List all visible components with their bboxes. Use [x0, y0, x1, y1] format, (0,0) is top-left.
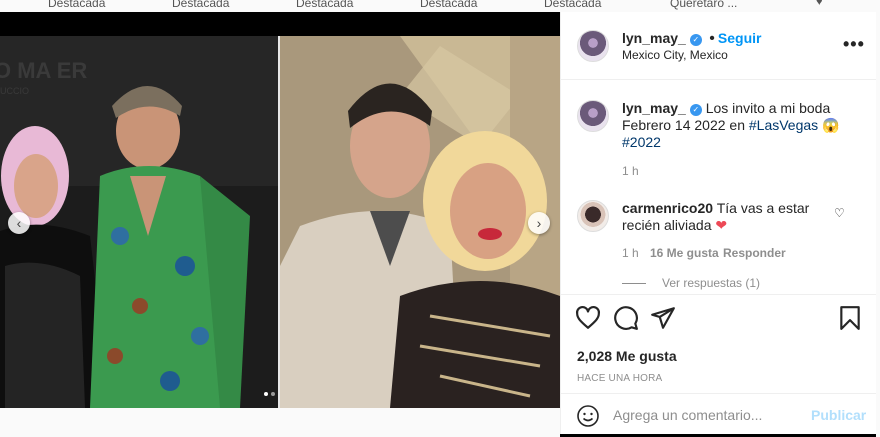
hashtag-link[interactable]: #LasVegas — [749, 117, 818, 133]
photo-2-illustration — [280, 36, 560, 408]
share-paper-plane-icon[interactable] — [650, 305, 676, 331]
bg-nav-item[interactable]: Destacada — [48, 0, 105, 10]
post-media-carousel[interactable]: O MA ER UCCIO ‹ › — [0, 36, 560, 408]
view-replies-label: Ver respuestas (1) — [662, 276, 761, 290]
carousel-prev-button[interactable]: ‹ — [8, 212, 30, 234]
save-bookmark-icon[interactable] — [837, 305, 863, 331]
chevron-left-icon: ‹ — [16, 215, 22, 231]
caption-time[interactable]: 1 h — [622, 164, 639, 178]
carousel-photo-1: O MA ER UCCIO ‹ — [0, 36, 278, 408]
location-pin-icon: ♥ — [816, 0, 823, 8]
hashtag-link[interactable]: #2022 — [622, 134, 661, 150]
likes-count[interactable]: 2,028 Me gusta — [577, 348, 677, 364]
post-actions: 2,028 Me gusta HACE UNA HORA Publicar — [561, 294, 877, 434]
bg-nav-item[interactable]: Destacada — [296, 0, 353, 10]
replies-divider-line — [622, 283, 646, 285]
carousel-dot-active — [264, 392, 268, 396]
bg-nav-item[interactable]: Destacada — [544, 0, 601, 10]
photo-sign-subtext: UCCIO — [0, 86, 29, 96]
follow-button[interactable]: Seguir — [718, 30, 762, 46]
comment-input[interactable] — [613, 404, 803, 426]
comment-bubble-icon[interactable] — [613, 305, 639, 331]
carousel-dot — [271, 392, 275, 396]
comment-body: carmenrico20 Tía vas a estar recién aliv… — [622, 200, 842, 234]
more-options-icon[interactable]: ••• — [843, 34, 865, 55]
chevron-right-icon: › — [536, 215, 542, 231]
comment-likes[interactable]: 16 Me gusta — [650, 246, 719, 260]
commenter-username[interactable]: carmenrico20 — [622, 200, 713, 216]
photo-sign-text: O MA ER — [0, 58, 87, 83]
post-caption: lyn_may_ ✓ Los invito a mi boda Febrero 1… — [622, 100, 842, 151]
caption-avatar[interactable] — [577, 100, 609, 132]
like-heart-icon[interactable] — [575, 305, 601, 331]
comment-like-heart-icon[interactable]: ♡ — [834, 206, 845, 220]
verified-badge-icon: ✓ — [689, 104, 702, 116]
author-line: lyn_may_ ✓ • Seguir — [622, 30, 761, 48]
bg-nav-item[interactable]: Destacada — [172, 0, 229, 10]
post-location[interactable]: Mexico City, Mexico — [622, 48, 728, 62]
caption-username[interactable]: lyn_may_ — [622, 100, 686, 116]
post-header: lyn_may_ ✓ • Seguir Mexico City, Mexico ••… — [561, 12, 877, 80]
carousel-photo-2: › — [280, 36, 560, 408]
view-replies-button[interactable]: Ver respuestas (1) — [622, 276, 760, 290]
photo-1-illustration: O MA ER UCCIO — [0, 36, 278, 408]
author-avatar[interactable] — [577, 30, 609, 62]
shocked-emoji-icon: 😱 — [822, 117, 840, 133]
verified-badge-icon: ✓ — [689, 34, 702, 46]
bg-nav-item[interactable]: Destacada — [420, 0, 477, 10]
background-nav: Destacada Destacada Destacada Destacada … — [0, 0, 880, 12]
carousel-next-button[interactable]: › — [528, 212, 550, 234]
post-side-panel: lyn_may_ ✓ • Seguir Mexico City, Mexico ••… — [560, 12, 877, 434]
red-heart-emoji-icon: ❤ — [715, 217, 728, 233]
post-timestamp[interactable]: HACE UNA HORA — [577, 373, 662, 384]
add-comment-bar: Publicar — [561, 393, 877, 435]
bg-nav-item[interactable]: Queretaro ... — [670, 0, 737, 10]
author-username[interactable]: lyn_may_ — [622, 30, 686, 46]
comment-time[interactable]: 1 h — [622, 246, 639, 260]
publish-button[interactable]: Publicar — [811, 407, 866, 423]
background-strip — [0, 408, 560, 437]
emoji-smiley-icon[interactable] — [576, 404, 600, 428]
carousel-dots — [264, 392, 275, 396]
reply-button[interactable]: Responder — [723, 246, 786, 260]
separator: • — [709, 30, 715, 47]
commenter-avatar[interactable] — [577, 200, 609, 232]
page-edge — [876, 0, 880, 437]
